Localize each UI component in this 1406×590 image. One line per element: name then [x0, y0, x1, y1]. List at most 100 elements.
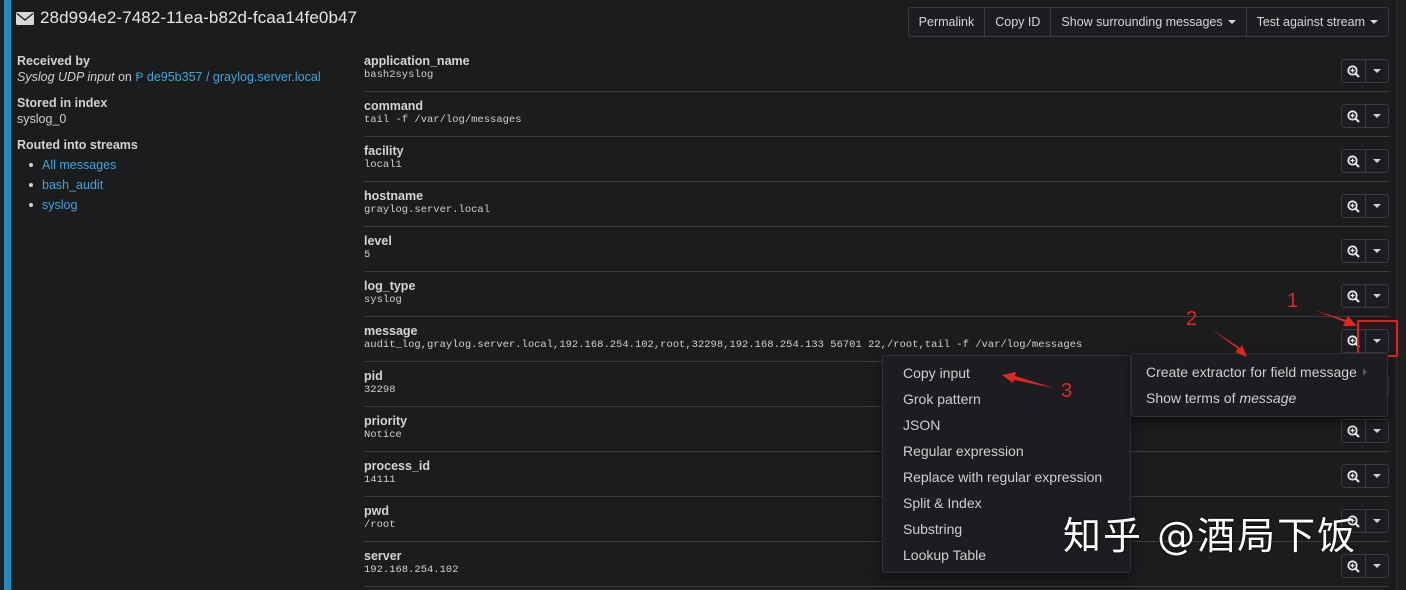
stream-item: syslog [17, 195, 347, 215]
search-field-button[interactable] [1342, 420, 1365, 442]
extractor-menu-item-copy-input[interactable]: Copy input [883, 360, 1130, 386]
field-name: message [364, 324, 418, 338]
field-name: hostname [364, 189, 424, 203]
watermark: 知乎 @酒局下饭 [1063, 514, 1358, 558]
search-field-button[interactable] [1342, 195, 1365, 217]
field-name: log_type [364, 279, 416, 293]
field-value: 192.168.254.102 [364, 564, 459, 576]
search-field-button[interactable] [1342, 150, 1365, 172]
copy-id-label: Copy ID [995, 15, 1041, 29]
search-field-button[interactable] [1342, 240, 1365, 262]
extractor-menu-item-regular-expression[interactable]: Regular expression [883, 438, 1130, 464]
index-value: syslog_0 [17, 112, 67, 126]
field-dropdown-toggle[interactable] [1365, 60, 1388, 82]
annotation-highlight-box [1357, 320, 1398, 357]
node-link[interactable]: Ᵽ de95b357 / graylog.server.local [135, 70, 320, 84]
show-surrounding-button[interactable]: Show surrounding messages [1051, 8, 1247, 36]
field-row-application-name: application_name bash2syslog [364, 47, 1389, 92]
search-field-button[interactable] [1342, 105, 1365, 127]
field-dropdown-toggle[interactable] [1365, 420, 1388, 442]
field-action-buttons [1341, 149, 1389, 173]
extractor-menu-item-replace-with-regular-expression[interactable]: Replace with regular expression [883, 464, 1130, 490]
permalink-button[interactable]: Permalink [909, 8, 986, 36]
field-row-level: level 5 [364, 227, 1389, 272]
message-actions: Permalink Copy ID Show surrounding messa… [907, 7, 1389, 37]
field-row-log-type: log_type syslog [364, 272, 1389, 317]
field-action-buttons [1341, 194, 1389, 218]
caret-down-icon [1373, 564, 1381, 568]
field-dropdown-toggle[interactable] [1365, 510, 1388, 532]
message-metadata: Received by Syslog UDP input on Ᵽ de95b3… [17, 53, 347, 215]
zoom-in-icon [1347, 109, 1360, 123]
create-extractor-menu-item[interactable]: Create extractor for field message [1132, 359, 1387, 385]
show-terms-label: Show terms of [1146, 390, 1236, 406]
field-dropdown-toggle[interactable] [1365, 465, 1388, 487]
field-action-buttons [1341, 419, 1389, 443]
field-value: tail -f /var/log/messages [364, 114, 522, 126]
field-dropdown-toggle[interactable] [1365, 555, 1388, 577]
field-value: syslog [364, 294, 402, 306]
extractor-menu-item-json[interactable]: JSON [883, 412, 1130, 438]
field-value: audit_log,graylog.server.local,192.168.2… [364, 339, 1083, 351]
caret-down-icon [1373, 204, 1381, 208]
field-dropdown-toggle[interactable] [1365, 150, 1388, 172]
field-name: command [364, 99, 424, 113]
caret-down-icon [1373, 69, 1381, 73]
annotation-label-1: 1 [1287, 290, 1299, 312]
field-action-buttons [1341, 59, 1389, 83]
message-id-title: 28d994e2-7482-11ea-b82d-fcaa14fe0b47 [40, 8, 358, 27]
field-row-facility: facility local1 [364, 137, 1389, 182]
caret-down-icon [1373, 159, 1381, 163]
streams-list: All messages bash_audit syslog [17, 155, 347, 215]
zoom-in-icon [1347, 154, 1360, 168]
stream-item: All messages [17, 155, 347, 175]
field-value: 14111 [364, 474, 396, 486]
field-action-buttons [1341, 284, 1389, 308]
extractor-menu-item-grok-pattern[interactable]: Grok pattern [883, 386, 1130, 412]
caret-down-icon [1373, 249, 1381, 253]
chevron-right-icon [1362, 368, 1367, 376]
show-surrounding-label: Show surrounding messages [1061, 15, 1223, 29]
stream-link[interactable]: syslog [42, 198, 77, 212]
zoom-in-icon [1347, 559, 1360, 573]
test-against-stream-button[interactable]: Test against stream [1247, 8, 1388, 36]
caret-down-icon [1373, 474, 1381, 478]
envelope-icon [16, 11, 34, 25]
zoom-in-icon [1347, 424, 1360, 438]
field-dropdown-toggle[interactable] [1365, 285, 1388, 307]
field-value: 5 [364, 249, 371, 261]
routed-into-streams-label: Routed into streams [17, 138, 138, 152]
show-terms-menu-item[interactable]: Show terms of message [1132, 385, 1387, 411]
received-by-label: Received by [17, 54, 90, 68]
caret-down-icon [1373, 429, 1381, 433]
test-against-stream-label: Test against stream [1256, 15, 1365, 29]
zoom-in-icon [1347, 199, 1360, 213]
message-header: 28d994e2-7482-11ea-b82d-fcaa14fe0b47 [16, 6, 357, 30]
field-action-buttons [1341, 239, 1389, 263]
field-dropdown-toggle[interactable] [1365, 105, 1388, 127]
show-terms-field: message [1239, 390, 1297, 406]
message-accent-bar [0, 0, 11, 590]
field-name: facility [364, 144, 404, 158]
scrollbar[interactable] [1396, 0, 1406, 590]
copy-id-button[interactable]: Copy ID [985, 8, 1052, 36]
search-field-button[interactable] [1342, 60, 1365, 82]
stream-link[interactable]: bash_audit [42, 178, 103, 192]
field-action-buttons [1341, 104, 1389, 128]
field-action-buttons [1341, 464, 1389, 488]
received-by-value: Syslog UDP input on Ᵽ de95b357 / graylog… [17, 69, 347, 86]
search-field-button[interactable] [1342, 285, 1365, 307]
field-dropdown-toggle[interactable] [1365, 240, 1388, 262]
input-name: Syslog UDP input [17, 70, 115, 84]
stream-link[interactable]: All messages [42, 158, 116, 172]
search-field-button[interactable] [1342, 465, 1365, 487]
create-extractor-label: Create extractor for field message [1146, 364, 1357, 380]
caret-down-icon [1373, 519, 1381, 523]
field-row-hostname: hostname graylog.server.local [364, 182, 1389, 227]
on-text: on [117, 70, 132, 84]
annotation-label-2: 2 [1186, 308, 1198, 330]
caret-down-icon [1227, 20, 1236, 24]
field-dropdown-toggle[interactable] [1365, 195, 1388, 217]
stream-item: bash_audit [17, 175, 347, 195]
field-value: Notice [364, 429, 402, 441]
